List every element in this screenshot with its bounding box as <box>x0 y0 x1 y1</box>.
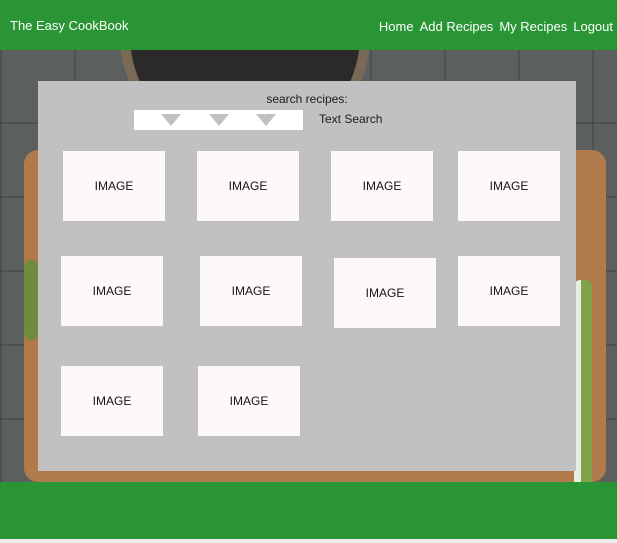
bottom-strip <box>0 539 617 543</box>
recipe-image-card-5[interactable]: IMAGE <box>61 256 163 326</box>
brand-title[interactable]: The Easy CookBook <box>10 18 129 33</box>
background-greens-left <box>24 260 38 340</box>
filter-dropdown-3-chevron-down-icon[interactable] <box>255 114 276 126</box>
nav-home-link[interactable]: Home <box>379 19 414 34</box>
recipe-image-card-6[interactable]: IMAGE <box>200 256 302 326</box>
recipe-image-card-7[interactable]: IMAGE <box>334 258 436 328</box>
nav-add-recipes-link[interactable]: Add Recipes <box>420 19 494 34</box>
recipe-image-card-4[interactable]: IMAGE <box>458 151 560 221</box>
filter-dropdown-1-chevron-down-icon[interactable] <box>161 114 182 126</box>
text-search-label[interactable]: Text Search <box>319 112 382 126</box>
recipe-image-card-3[interactable]: IMAGE <box>331 151 433 221</box>
nav-my-recipes-link[interactable]: My Recipes <box>499 19 567 34</box>
nav-logout-link[interactable]: Logout <box>573 19 613 34</box>
recipe-image-card-1[interactable]: IMAGE <box>63 151 165 221</box>
recipe-image-card-2[interactable]: IMAGE <box>197 151 299 221</box>
recipes-panel: search recipes: Text Search IMAGE IMAGE … <box>38 81 576 471</box>
footer-bar <box>0 482 617 539</box>
search-recipes-label: search recipes: <box>266 92 348 106</box>
main-nav: Home Add Recipes My Recipes Logout <box>379 19 613 34</box>
search-filter-bar <box>134 110 303 130</box>
recipe-image-card-10[interactable]: IMAGE <box>198 366 300 436</box>
filter-dropdown-2-chevron-down-icon[interactable] <box>208 114 229 126</box>
recipe-image-card-8[interactable]: IMAGE <box>458 256 560 326</box>
top-navbar: The Easy CookBook Home Add Recipes My Re… <box>0 0 617 50</box>
recipe-image-card-9[interactable]: IMAGE <box>61 366 163 436</box>
